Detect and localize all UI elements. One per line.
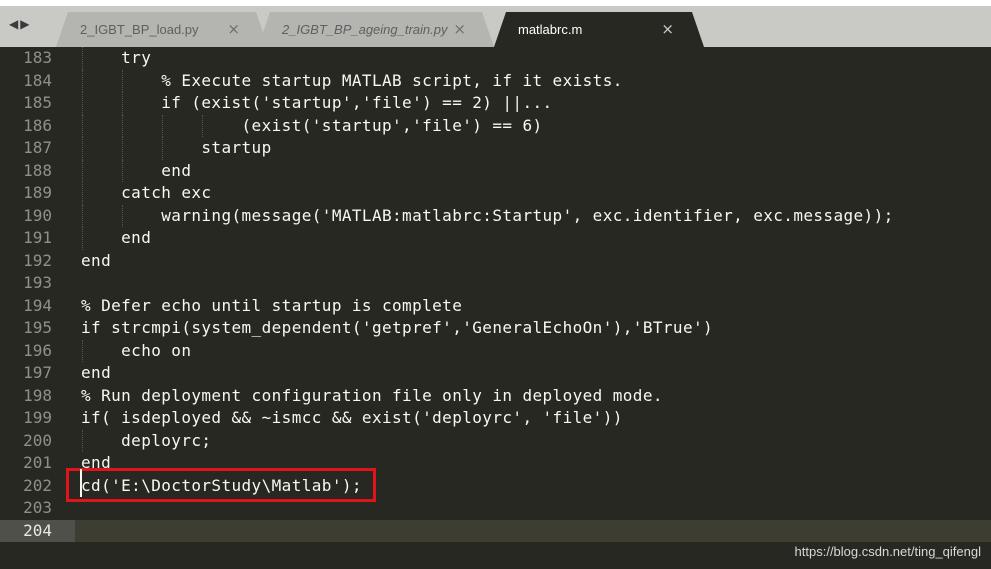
text-cursor (80, 469, 82, 497)
code-line[interactable]: 192 end (0, 250, 991, 273)
tab-label: 2_IGBT_BP_ageing_train.py (282, 22, 448, 37)
code-line[interactable]: 204 (0, 519, 991, 542)
code-text[interactable]: end (81, 160, 191, 183)
previous-tab-icon[interactable]: ◀ (9, 17, 20, 31)
tab-label: matlabrc.m (518, 22, 583, 37)
code-text[interactable]: (exist('startup','file') == 6) (81, 115, 543, 138)
code-text[interactable]: catch exc (81, 182, 211, 205)
code-text[interactable]: % Execute startup MATLAB script, if it e… (81, 70, 623, 93)
code-line[interactable]: 185 if (exist('startup','file') == 2) ||… (0, 92, 991, 115)
close-icon[interactable]: × (227, 20, 240, 38)
line-number: 188 (23, 160, 52, 180)
code-line[interactable]: 184 % Execute startup MATLAB script, if … (0, 69, 991, 93)
line-number: 202 (23, 475, 52, 495)
code-line[interactable]: 186 (exist('startup','file') == 6) (0, 114, 991, 138)
code-line[interactable]: 198 % Run deployment configuration file o… (0, 385, 991, 408)
code-text[interactable]: end (81, 362, 111, 385)
line-number: 203 (23, 498, 52, 517)
tab-label: 2_IGBT_BP_load.py (80, 22, 199, 37)
line-number: 198 (23, 385, 52, 405)
code-text[interactable]: if (exist('startup','file') == 2) ||... (81, 92, 553, 115)
code-line[interactable]: 200 deployrc; (0, 429, 991, 453)
line-number: 183 (23, 48, 52, 67)
line-number: 184 (23, 70, 52, 90)
line-number: 191 (23, 228, 52, 247)
line-number: 200 (23, 430, 52, 450)
line-number: 196 (23, 340, 52, 360)
line-number: 187 (23, 138, 52, 157)
code-text[interactable]: deployrc; (81, 430, 211, 453)
code-line[interactable]: 190 warning(message('MATLAB:matlabrc:Sta… (0, 204, 991, 228)
code-line[interactable]: 197 end (0, 362, 991, 385)
annotation-highlight-box (66, 468, 376, 502)
tab-igbt-bp-load[interactable]: 2_IGBT_BP_load.py × (56, 12, 268, 47)
tab-matlabrc[interactable]: matlabrc.m × (494, 12, 704, 47)
code-text[interactable]: startup (81, 137, 272, 160)
code-line[interactable]: 191 end (0, 227, 991, 250)
tab-igbt-bp-ageing-train[interactable]: 2_IGBT_BP_ageing_train.py × (258, 12, 494, 47)
code-text[interactable]: % Defer echo until startup is complete (81, 295, 462, 318)
code-line[interactable]: 194 % Defer echo until startup is complet… (0, 295, 991, 318)
code-text[interactable]: end (81, 250, 111, 273)
code-line[interactable]: 187 startup (0, 137, 991, 160)
line-number: 185 (23, 93, 52, 112)
watermark: https://blog.csdn.net/ting_qifengl (794, 544, 981, 559)
code-line[interactable]: 199 if( isdeployed && ~ismcc && exist('de… (0, 407, 991, 430)
line-number: 186 (23, 115, 52, 135)
close-icon[interactable]: × (453, 20, 466, 38)
code-line[interactable]: 195 if strcmpi(system_dependent('getpref'… (0, 317, 991, 340)
line-number: 199 (23, 408, 52, 427)
code-text[interactable]: if strcmpi(system_dependent('getpref','G… (81, 317, 713, 340)
code-line[interactable]: 189 catch exc (0, 182, 991, 205)
code-text[interactable]: % Run deployment configuration file only… (81, 385, 663, 408)
code-text[interactable]: warning(message('MATLAB:matlabrc:Startup… (81, 205, 894, 228)
code-text[interactable]: if( isdeployed && ~ismcc && exist('deplo… (81, 407, 623, 430)
tab-navigation: ◀▶ (9, 17, 39, 33)
next-tab-icon[interactable]: ▶ (20, 17, 31, 31)
title-strip (0, 0, 991, 6)
code-text[interactable]: echo on (81, 340, 191, 363)
tab-bar: ◀▶ 2_IGBT_BP_load.py × 2_IGBT_BP_ageing_… (0, 0, 991, 47)
code-line[interactable]: 188 end (0, 159, 991, 183)
close-icon[interactable]: × (661, 20, 674, 38)
code-line[interactable]: 183 try (0, 47, 991, 70)
line-number: 193 (23, 273, 52, 292)
code-line[interactable]: 193 (0, 272, 991, 295)
code-text[interactable]: end (81, 227, 151, 250)
line-number: 201 (23, 453, 52, 472)
code-text[interactable]: try (81, 47, 151, 70)
line-number: 190 (23, 205, 52, 225)
line-number: 189 (23, 183, 52, 202)
line-number: 197 (23, 363, 52, 382)
line-number: 194 (23, 295, 52, 315)
code-line[interactable]: 196 echo on (0, 339, 991, 363)
line-number: 192 (23, 250, 52, 270)
line-number: 204 (23, 520, 52, 540)
line-number: 195 (23, 318, 52, 337)
